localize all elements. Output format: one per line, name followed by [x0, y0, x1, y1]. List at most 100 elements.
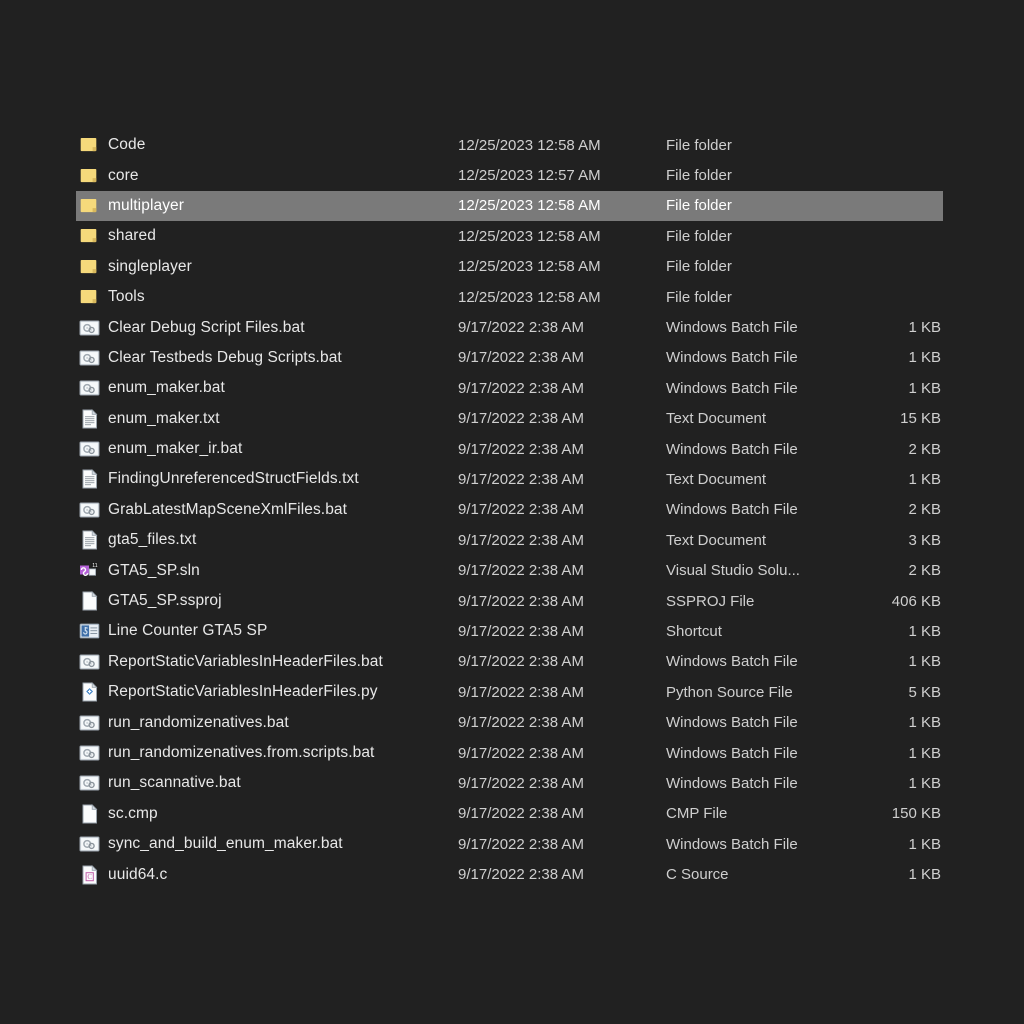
- file-type: File folder: [666, 167, 732, 185]
- file-row[interactable]: ReportStaticVariablesInHeaderFiles.bat 9/…: [76, 647, 943, 677]
- file-row[interactable]: run_scannative.bat 9/17/2022 2:38 AM Windo…: [76, 768, 943, 798]
- file-icon-cell: [76, 252, 106, 282]
- file-icon-cell: [76, 586, 106, 616]
- file-type: Windows Batch File: [666, 714, 798, 732]
- file-row[interactable]: FindingUnreferencedStructFields.txt 9/17/…: [76, 464, 943, 494]
- batch-file-icon: [78, 742, 101, 765]
- file-date-modified: 9/17/2022 2:38 AM: [458, 410, 584, 428]
- file-name[interactable]: run_randomizenatives.bat: [106, 714, 458, 732]
- file-name[interactable]: singleplayer: [106, 258, 458, 276]
- file-type: Windows Batch File: [666, 319, 798, 337]
- file-row[interactable]: sync_and_build_enum_maker.bat 9/17/2022 2…: [76, 829, 943, 859]
- file-row[interactable]: GrabLatestMapSceneXmlFiles.bat 9/17/2022 …: [76, 495, 943, 525]
- file-row[interactable]: shared 12/25/2023 12:58 AM File folder: [76, 221, 943, 251]
- file-name[interactable]: shared: [106, 227, 458, 245]
- file-type: Text Document: [666, 531, 767, 549]
- folder-icon: [78, 286, 101, 309]
- file-name[interactable]: sc.cmp: [106, 805, 458, 823]
- file-row[interactable]: Cuuid64.c 9/17/2022 2:38 AM C Source 1 KB: [76, 859, 943, 889]
- file-row[interactable]: enum_maker.txt 9/17/2022 2:38 AM Text Docu…: [76, 404, 943, 434]
- file-date-modified: 9/17/2022 2:38 AM: [458, 744, 584, 762]
- file-name[interactable]: Tools: [106, 288, 458, 306]
- file-row[interactable]: enum_maker_ir.bat 9/17/2022 2:38 AM Window…: [76, 434, 943, 464]
- file-name[interactable]: uuid64.c: [106, 866, 458, 884]
- file-type: File folder: [666, 288, 732, 306]
- file-type: Windows Batch File: [666, 379, 798, 397]
- file-name[interactable]: enum_maker.bat: [106, 379, 458, 397]
- batch-file-icon: [78, 438, 101, 461]
- file-row[interactable]: sc.cmp 9/17/2022 2:38 AM CMP File 150 KB: [76, 799, 943, 829]
- file-row[interactable]: GTA5_SP.ssproj 9/17/2022 2:38 AM SSPROJ Fi…: [76, 586, 943, 616]
- file-row[interactable]: 11 GTA5_SP.sln 9/17/2022 2:38 AM Visual Stu…: [76, 555, 943, 585]
- file-date-modified: 9/17/2022 2:38 AM: [458, 805, 584, 823]
- svg-text:11: 11: [92, 563, 97, 569]
- file-size: 1 KB: [908, 622, 941, 640]
- batch-file-icon: [78, 498, 101, 521]
- file-name[interactable]: run_scannative.bat: [106, 774, 458, 792]
- batch-file-icon: [78, 772, 101, 795]
- file-row[interactable]: Clear Testbeds Debug Scripts.bat 9/17/202…: [76, 343, 943, 373]
- file-date-modified: 9/17/2022 2:38 AM: [458, 683, 584, 701]
- file-name[interactable]: enum_maker_ir.bat: [106, 440, 458, 458]
- file-icon-cell: [76, 160, 106, 190]
- batch-file-icon: [78, 346, 101, 369]
- file-name[interactable]: run_randomizenatives.from.scripts.bat: [106, 744, 458, 762]
- file-icon-cell: [76, 191, 106, 221]
- svg-text:C: C: [87, 873, 92, 881]
- text-document-icon: [78, 468, 101, 491]
- file-size: 1 KB: [908, 319, 941, 337]
- file-row[interactable]: enum_maker.bat 9/17/2022 2:38 AM Windows B…: [76, 373, 943, 403]
- file-icon-cell: [76, 647, 106, 677]
- file-icon-cell: [76, 404, 106, 434]
- file-date-modified: 9/17/2022 2:38 AM: [458, 835, 584, 853]
- file-row[interactable]: core 12/25/2023 12:57 AM File folder: [76, 160, 943, 190]
- file-date-modified: 12/25/2023 12:57 AM: [458, 167, 601, 185]
- file-date-modified: 9/17/2022 2:38 AM: [458, 501, 584, 519]
- file-row[interactable]: Tools 12/25/2023 12:58 AM File folder: [76, 282, 943, 312]
- file-date-modified: 12/25/2023 12:58 AM: [458, 288, 601, 306]
- file-type: Windows Batch File: [666, 501, 798, 519]
- file-size: 1 KB: [908, 866, 941, 884]
- file-name[interactable]: sync_and_build_enum_maker.bat: [106, 835, 458, 853]
- file-name[interactable]: Line Counter GTA5 SP: [106, 622, 458, 640]
- file-type: Windows Batch File: [666, 835, 798, 853]
- file-row[interactable]: ReportStaticVariablesInHeaderFiles.py 9/1…: [76, 677, 943, 707]
- file-list[interactable]: Code 12/25/2023 12:58 AM File folder core 12…: [76, 130, 943, 890]
- file-icon-cell: 11: [76, 555, 106, 585]
- file-row[interactable]: Code 12/25/2023 12:58 AM File folder: [76, 130, 943, 160]
- file-name[interactable]: Code: [106, 136, 458, 154]
- folder-icon: [78, 134, 101, 157]
- file-type: File folder: [666, 136, 732, 154]
- folder-icon: [78, 164, 101, 187]
- file-name[interactable]: ReportStaticVariablesInHeaderFiles.py: [106, 683, 458, 701]
- file-name[interactable]: gta5_files.txt: [106, 531, 458, 549]
- file-icon-cell: [76, 221, 106, 251]
- file-name[interactable]: multiplayer: [106, 197, 458, 215]
- file-size: 15 KB: [900, 410, 941, 428]
- file-name[interactable]: GTA5_SP.sln: [106, 562, 458, 580]
- file-date-modified: 9/17/2022 2:38 AM: [458, 866, 584, 884]
- file-name[interactable]: GrabLatestMapSceneXmlFiles.bat: [106, 501, 458, 519]
- file-icon-cell: [76, 282, 106, 312]
- file-name[interactable]: GTA5_SP.ssproj: [106, 592, 458, 610]
- file-row[interactable]: Clear Debug Script Files.bat 9/17/2022 2:…: [76, 312, 943, 342]
- file-name[interactable]: enum_maker.txt: [106, 410, 458, 428]
- file-row[interactable]: run_randomizenatives.bat 9/17/2022 2:38 A…: [76, 707, 943, 737]
- file-name[interactable]: ReportStaticVariablesInHeaderFiles.bat: [106, 653, 458, 671]
- file-size: 2 KB: [908, 440, 941, 458]
- file-date-modified: 9/17/2022 2:38 AM: [458, 714, 584, 732]
- file-date-modified: 9/17/2022 2:38 AM: [458, 319, 584, 337]
- file-name[interactable]: core: [106, 167, 458, 185]
- file-name[interactable]: Clear Testbeds Debug Scripts.bat: [106, 349, 458, 367]
- file-row[interactable]: run_randomizenatives.from.scripts.bat 9/1…: [76, 738, 943, 768]
- file-name[interactable]: FindingUnreferencedStructFields.txt: [106, 470, 458, 488]
- file-name[interactable]: Clear Debug Script Files.bat: [106, 319, 458, 337]
- file-row[interactable]: singleplayer 12/25/2023 12:58 AM File fold…: [76, 252, 943, 282]
- file-date-modified: 9/17/2022 2:38 AM: [458, 531, 584, 549]
- file-icon-cell: [76, 738, 106, 768]
- file-row[interactable]: gta5_files.txt 9/17/2022 2:38 AM Text Docu…: [76, 525, 943, 555]
- file-type: Visual Studio Solu...: [666, 562, 800, 580]
- file-row[interactable]: multiplayer 12/25/2023 12:58 AM File folde…: [76, 190, 943, 222]
- file-date-modified: 12/25/2023 12:58 AM: [458, 197, 601, 215]
- file-row[interactable]: Line Counter GTA5 SP 9/17/2022 2:38 AM Sho…: [76, 616, 943, 646]
